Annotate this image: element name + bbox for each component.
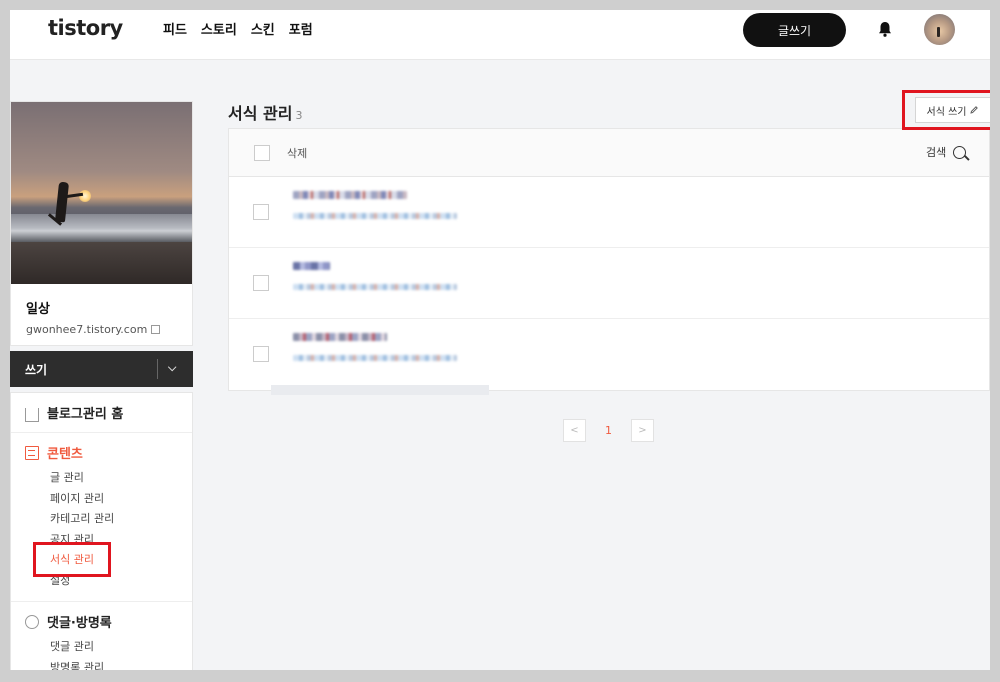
nav-skin[interactable]: 스킨 (251, 19, 275, 38)
page-number[interactable]: 1 (586, 424, 631, 437)
menu-section-home: 블로그관리 홈 (11, 393, 192, 433)
external-link-icon (151, 325, 161, 334)
comments-submenu: 댓글 관리 방명록 관리 (25, 637, 192, 670)
app-frame: tistory 피드 스토리 스킨 포럼 글쓰기 일상 gwonhee7.tis… (10, 10, 990, 670)
page-title-text: 서식 관리 (228, 104, 293, 123)
template-title-redacted (293, 191, 407, 199)
search-label: 검색 (926, 146, 947, 159)
nav-story[interactable]: 스토리 (201, 19, 237, 38)
pencil-icon (970, 106, 979, 114)
sidebar-item-pages[interactable]: 페이지 관리 (50, 489, 192, 510)
divider (157, 359, 158, 379)
template-title-redacted (293, 333, 387, 341)
page-title: 서식 관리 3 (228, 100, 302, 124)
nav-feed[interactable]: 피드 (163, 19, 187, 38)
blog-url-text: gwonhee7.tistory.com (26, 323, 148, 336)
user-avatar[interactable] (924, 14, 955, 45)
sidebar-item-templates[interactable]: 서식 관리 (50, 550, 192, 571)
prev-page-button[interactable]: < (563, 419, 586, 442)
menu-section-content: 콘텐츠 글 관리 페이지 관리 카테고리 관리 공지 관리 서식 관리 설정 (11, 433, 192, 602)
nav-forum[interactable]: 포럼 (289, 19, 313, 38)
sidebar-item-blog-home[interactable]: 블로그관리 홈 (25, 403, 192, 422)
sidebar-item-posts[interactable]: 글 관리 (50, 468, 192, 489)
list-item[interactable] (229, 319, 989, 390)
content-submenu: 글 관리 페이지 관리 카테고리 관리 공지 관리 서식 관리 설정 (25, 468, 192, 591)
sidebar-item-label: 콘텐츠 (47, 447, 83, 462)
write-post-button[interactable]: 글쓰기 (743, 13, 846, 47)
sidebar-write-button[interactable]: 쓰기 ⌵ (10, 351, 193, 387)
next-page-button[interactable]: > (631, 419, 654, 442)
list-item[interactable] (229, 248, 989, 319)
template-title-redacted (293, 262, 330, 270)
delete-button[interactable]: 삭제 (287, 145, 307, 161)
pagination: < 1 > (563, 419, 654, 442)
blog-cover-photo (11, 102, 192, 284)
home-icon (25, 407, 39, 422)
sidebar-item-categories[interactable]: 카테고리 관리 (50, 509, 192, 530)
template-list-panel: 삭제 검색 (228, 128, 990, 391)
blog-profile-card: 일상 gwonhee7.tistory.com (10, 101, 193, 346)
sidebar-item-content[interactable]: 콘텐츠 (25, 443, 192, 462)
new-template-label: 서식 쓰기 (926, 106, 967, 118)
sidebar-item-guestbook[interactable]: 방명록 관리 (50, 658, 192, 671)
sidebar-item-label: 블로그관리 홈 (47, 407, 124, 422)
row-checkbox[interactable] (253, 204, 269, 220)
chevron-down-icon[interactable]: ⌵ (168, 361, 176, 375)
list-item[interactable] (229, 177, 989, 248)
speech-bubble-icon (25, 614, 39, 629)
template-meta-redacted (293, 284, 457, 290)
template-count: 3 (295, 109, 303, 122)
template-meta-redacted (293, 355, 457, 361)
blog-url-link[interactable]: gwonhee7.tistory.com (26, 323, 192, 336)
sidebar-item-settings[interactable]: 설정 (50, 571, 192, 592)
search-icon (953, 145, 967, 159)
bell-icon[interactable] (876, 20, 894, 38)
list-toolbar: 삭제 검색 (229, 129, 989, 177)
row-checkbox[interactable] (253, 346, 269, 362)
horizontal-scroll-track (271, 385, 489, 395)
sidebar: 일상 gwonhee7.tistory.com 쓰기 ⌵ 블로그관리 홈 콘텐츠… (10, 101, 193, 670)
sidebar-write-label: 쓰기 (25, 362, 48, 377)
sidebar-item-notices[interactable]: 공지 관리 (50, 530, 192, 551)
main-nav: 피드 스토리 스킨 포럼 (163, 19, 313, 38)
menu-section-comments: 댓글·방명록 댓글 관리 방명록 관리 (11, 602, 192, 670)
sidebar-item-comments-guestbook[interactable]: 댓글·방명록 (25, 612, 192, 631)
new-template-button[interactable]: 서식 쓰기 (915, 97, 990, 123)
top-bar: tistory 피드 스토리 스킨 포럼 글쓰기 (10, 10, 990, 60)
sidebar-item-label: 댓글·방명록 (47, 616, 112, 631)
template-meta-redacted (293, 213, 457, 219)
select-all-checkbox[interactable] (254, 144, 270, 161)
tistory-logo[interactable]: tistory (48, 16, 123, 40)
blog-name[interactable]: 일상 (26, 298, 192, 317)
row-checkbox[interactable] (253, 275, 269, 291)
sidebar-item-comments[interactable]: 댓글 관리 (50, 637, 192, 658)
admin-menu: 블로그관리 홈 콘텐츠 글 관리 페이지 관리 카테고리 관리 공지 관리 서식… (10, 392, 193, 670)
search-button[interactable]: 검색 (926, 144, 967, 160)
document-icon (25, 445, 39, 460)
